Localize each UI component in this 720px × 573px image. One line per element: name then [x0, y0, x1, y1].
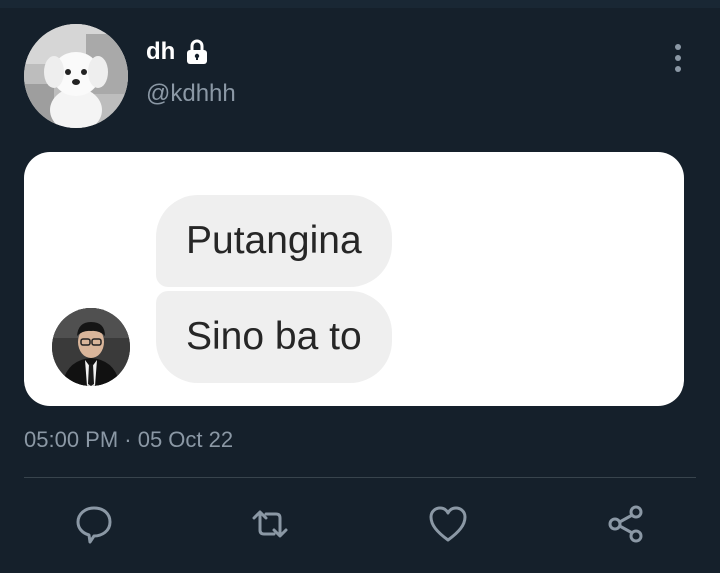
person-photo — [52, 308, 130, 386]
retweet-button[interactable] — [248, 502, 292, 546]
more-vertical-icon-dot — [675, 55, 681, 61]
more-options-button[interactable] — [664, 40, 692, 76]
top-divider — [0, 0, 720, 8]
user-handle[interactable]: @kdhhh — [146, 80, 236, 108]
sender-avatar — [52, 308, 130, 386]
share-icon — [608, 505, 643, 543]
heart-icon — [429, 506, 467, 542]
message-bubble: Putangina — [156, 195, 392, 287]
message-bubble: Sino ba to — [156, 291, 392, 383]
display-name-row: dh — [146, 38, 211, 66]
tweet-timestamp[interactable]: 05:00 PM · 05 Oct 22 — [24, 427, 233, 453]
retweet-icon — [252, 510, 288, 538]
display-name[interactable]: dh — [146, 38, 175, 66]
dog-photo — [24, 24, 128, 128]
message-text: Sino ba to — [186, 315, 362, 358]
reply-button[interactable] — [72, 502, 116, 546]
more-vertical-icon-dot — [675, 66, 681, 72]
actions-divider — [24, 477, 696, 478]
tweet-media-image[interactable]: Putangina Sino ba to — [24, 152, 684, 406]
like-button[interactable] — [426, 502, 470, 546]
share-button[interactable] — [604, 502, 648, 546]
lock-icon — [187, 39, 208, 64]
more-vertical-icon-dot — [675, 44, 681, 50]
reply-icon — [76, 506, 112, 544]
profile-avatar[interactable] — [24, 24, 128, 128]
message-text: Putangina — [186, 219, 362, 262]
